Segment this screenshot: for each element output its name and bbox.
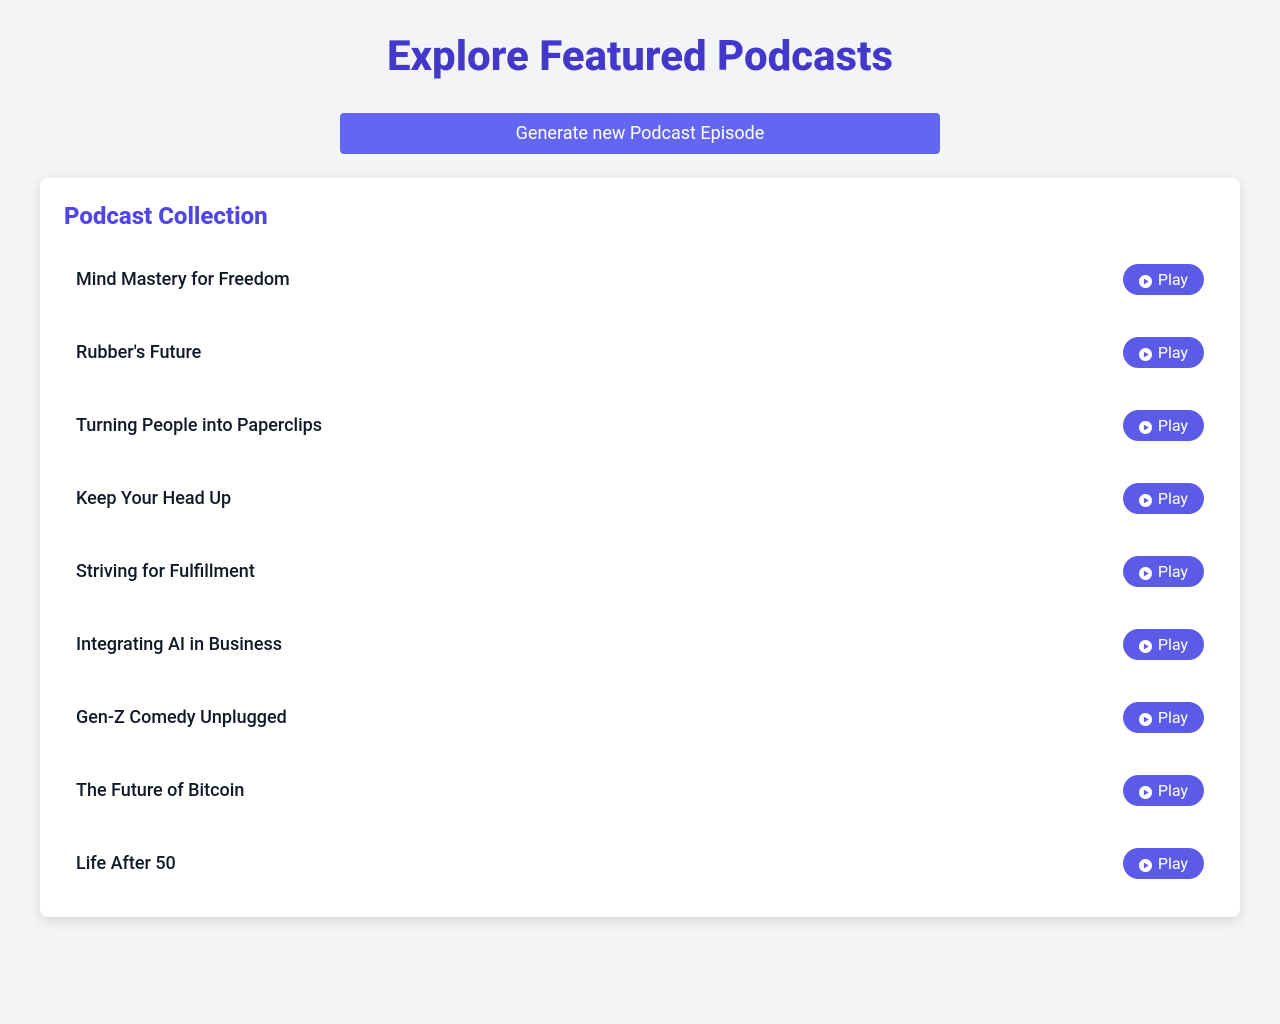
play-button-label: Play xyxy=(1158,635,1188,654)
podcast-title: Life After 50 xyxy=(76,853,176,874)
play-icon xyxy=(1139,711,1152,724)
collection-heading: Podcast Collection xyxy=(64,202,1216,230)
play-button[interactable]: Play xyxy=(1123,702,1204,733)
list-item: Rubber's Future Play xyxy=(64,323,1216,382)
play-button-label: Play xyxy=(1158,489,1188,508)
play-button[interactable]: Play xyxy=(1123,410,1204,441)
list-item: Gen-Z Comedy Unplugged Play xyxy=(64,688,1216,747)
play-icon xyxy=(1139,492,1152,505)
play-icon xyxy=(1139,419,1152,432)
podcast-title: Integrating AI in Business xyxy=(76,634,282,655)
play-button-label: Play xyxy=(1158,708,1188,727)
play-icon xyxy=(1139,784,1152,797)
list-item: The Future of Bitcoin Play xyxy=(64,761,1216,820)
list-item: Mind Mastery for Freedom Play xyxy=(64,250,1216,309)
play-button-label: Play xyxy=(1158,781,1188,800)
podcast-card: Podcast Collection Mind Mastery for Free… xyxy=(40,178,1240,917)
list-item: Striving for Fulfillment Play xyxy=(64,542,1216,601)
play-button[interactable]: Play xyxy=(1123,775,1204,806)
play-icon xyxy=(1139,273,1152,286)
podcast-list: Mind Mastery for Freedom Play Rubber's F… xyxy=(64,250,1216,893)
podcast-title: The Future of Bitcoin xyxy=(76,780,244,801)
list-item: Integrating AI in Business Play xyxy=(64,615,1216,674)
play-icon xyxy=(1139,565,1152,578)
play-button-label: Play xyxy=(1158,270,1188,289)
podcast-title: Mind Mastery for Freedom xyxy=(76,269,290,290)
podcast-title: Gen-Z Comedy Unplugged xyxy=(76,707,287,728)
list-item: Life After 50 Play xyxy=(64,834,1216,893)
play-button-label: Play xyxy=(1158,416,1188,435)
play-button[interactable]: Play xyxy=(1123,629,1204,660)
play-button-label: Play xyxy=(1158,343,1188,362)
play-icon xyxy=(1139,346,1152,359)
play-button[interactable]: Play xyxy=(1123,264,1204,295)
list-item: Turning People into Paperclips Play xyxy=(64,396,1216,455)
page-container: Explore Featured Podcasts Generate new P… xyxy=(0,0,1280,933)
play-button[interactable]: Play xyxy=(1123,848,1204,879)
play-button[interactable]: Play xyxy=(1123,483,1204,514)
generate-button-wrapper: Generate new Podcast Episode xyxy=(16,113,1264,154)
podcast-title: Keep Your Head Up xyxy=(76,488,231,509)
play-button-label: Play xyxy=(1158,854,1188,873)
play-button[interactable]: Play xyxy=(1123,337,1204,368)
generate-episode-button[interactable]: Generate new Podcast Episode xyxy=(340,113,940,154)
page-title: Explore Featured Podcasts xyxy=(16,32,1264,81)
podcast-title: Striving for Fulfillment xyxy=(76,561,255,582)
play-icon xyxy=(1139,857,1152,870)
list-item: Keep Your Head Up Play xyxy=(64,469,1216,528)
podcast-title: Turning People into Paperclips xyxy=(76,415,322,436)
play-button[interactable]: Play xyxy=(1123,556,1204,587)
play-icon xyxy=(1139,638,1152,651)
play-button-label: Play xyxy=(1158,562,1188,581)
podcast-title: Rubber's Future xyxy=(76,342,201,363)
